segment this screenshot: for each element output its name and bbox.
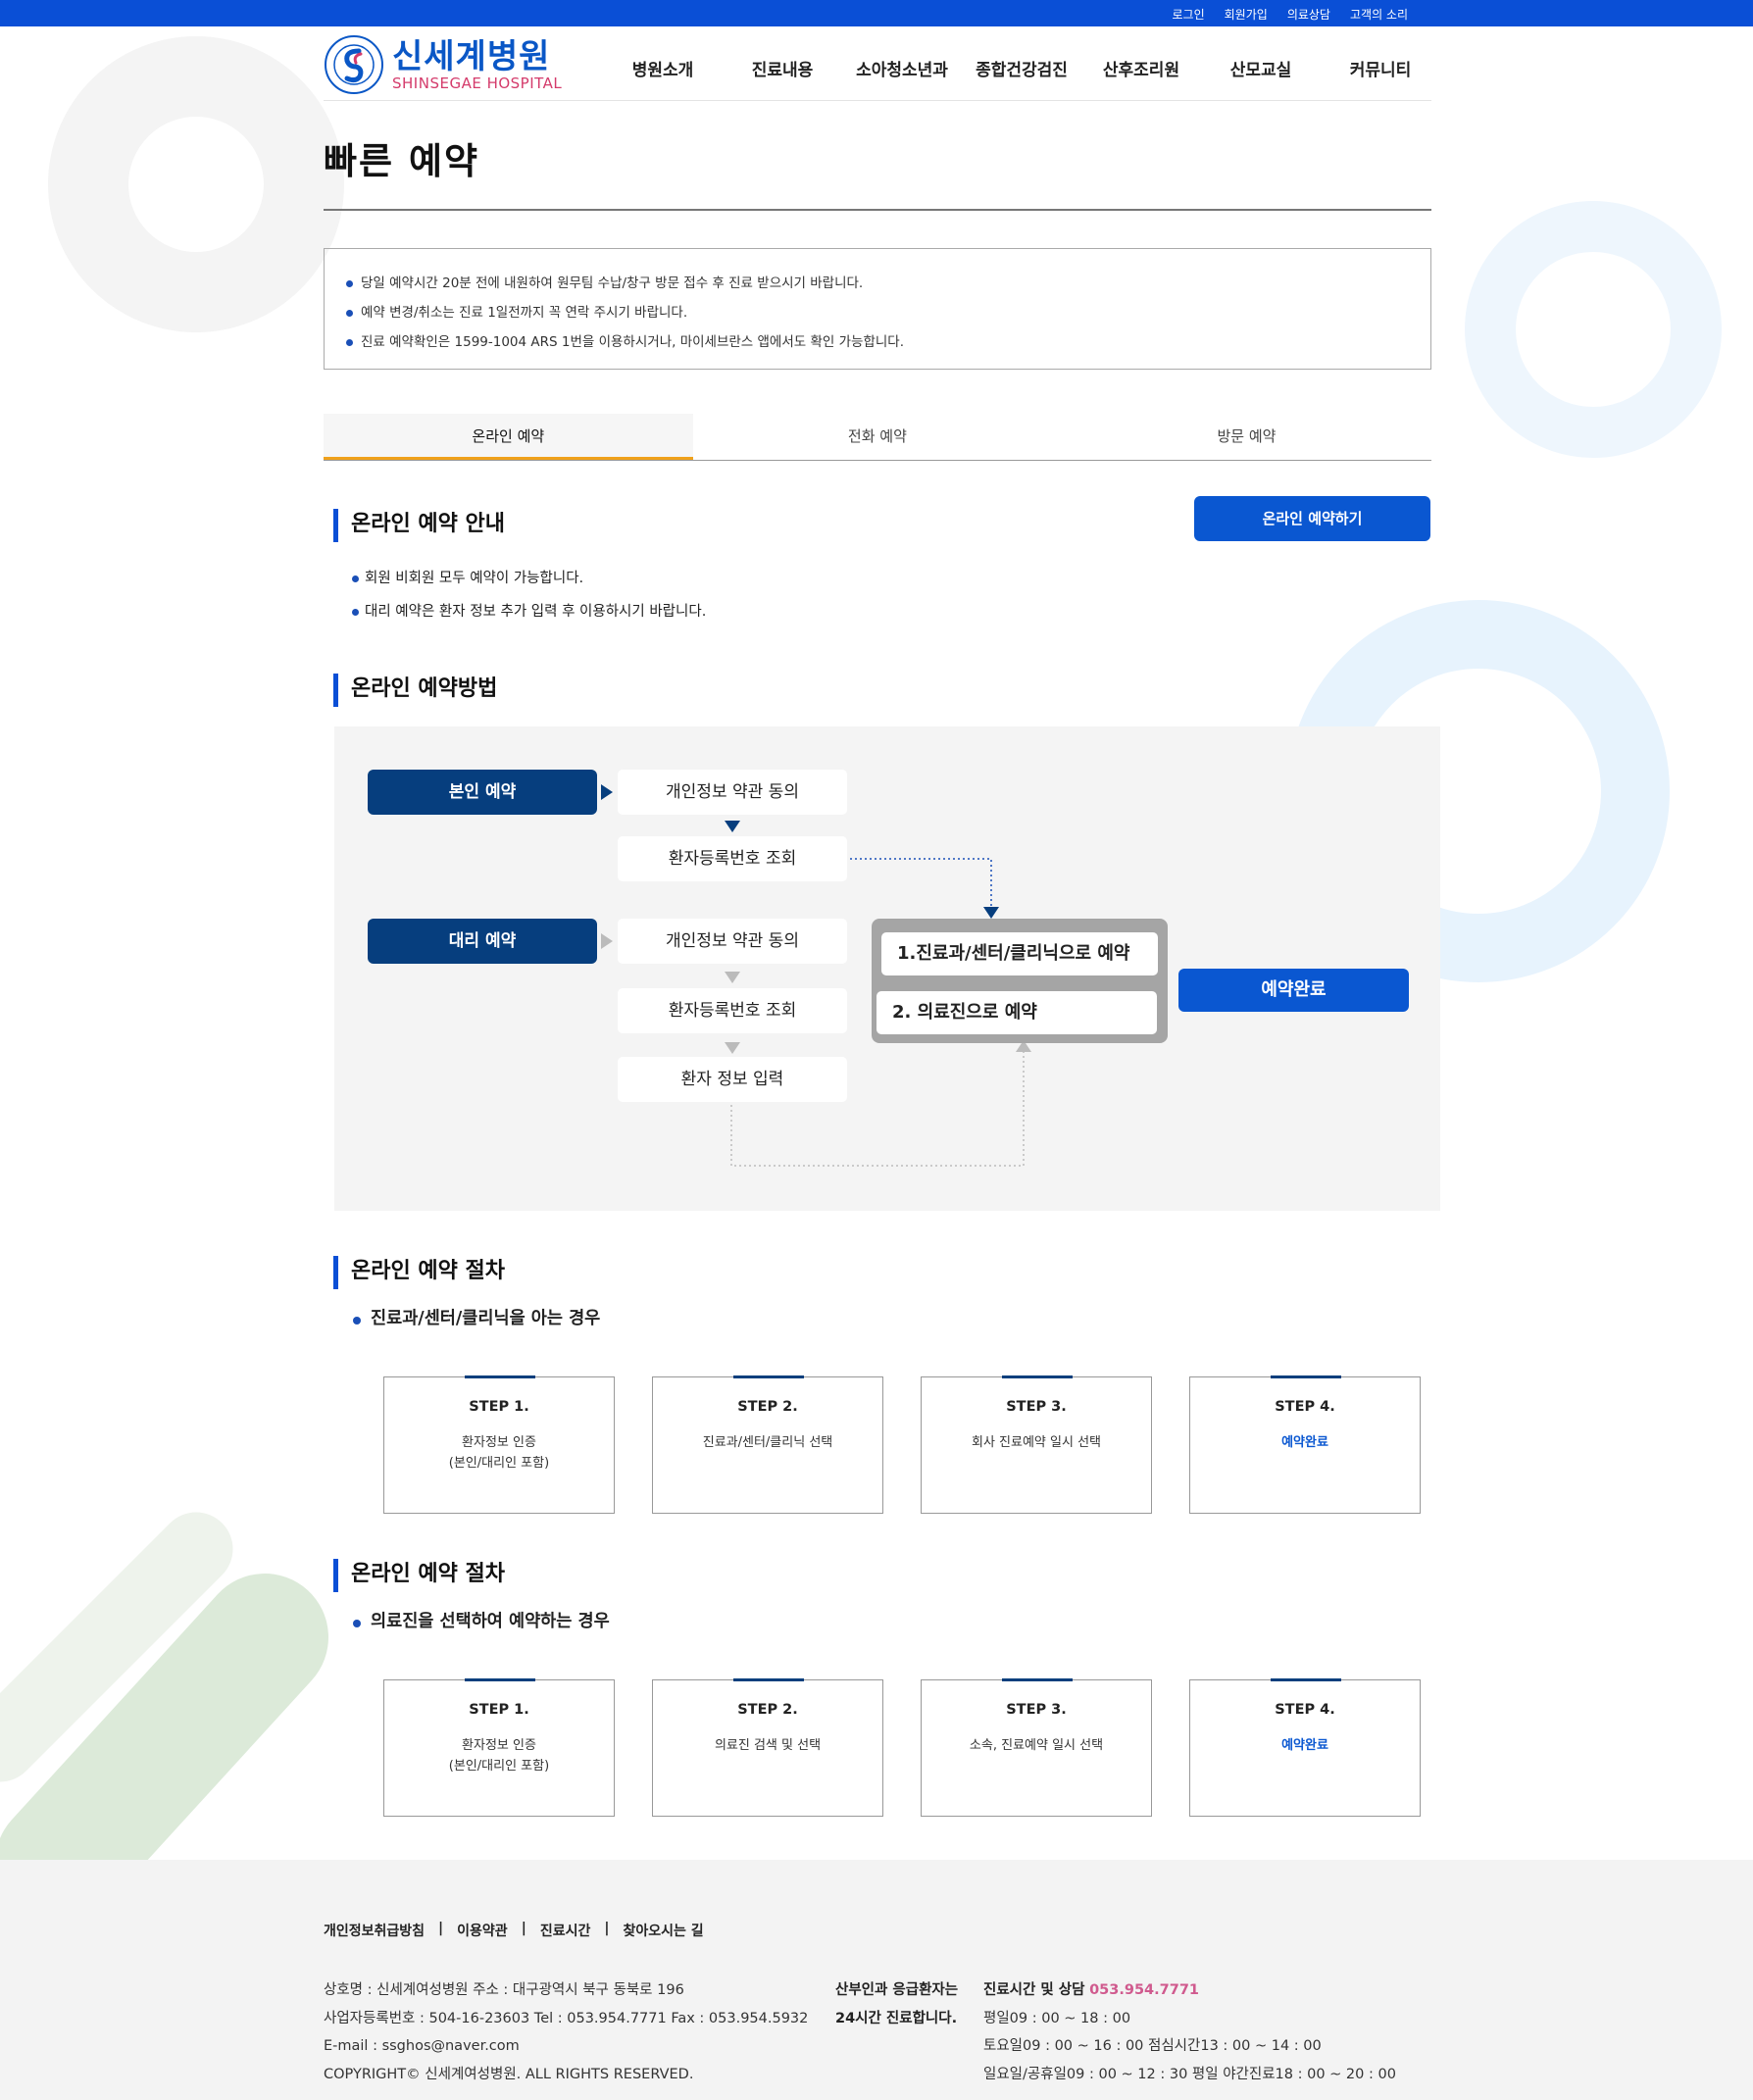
nav-item-postpartum[interactable]: 산후조리원: [1081, 56, 1201, 80]
logo-korean: 신세계병원: [392, 37, 551, 76]
step-desc: 소속, 진료예약 일시 선택: [969, 1738, 1104, 1753]
option-department: 1.진료과/센터/클리닉으로 예약: [881, 932, 1158, 975]
company-info: 상호명 : 신세계여성병원 주소 : 대구광역시 북구 동북로 196 사업자등…: [324, 1982, 809, 2082]
page-title: 빠른 예약: [324, 140, 480, 182]
directions-link[interactable]: 찾아오시는 길: [623, 1921, 703, 1940]
procedure-steps: STEP 1. 환자정보 인증 (본인/대리인 포함) STEP 2. 의료진 검…: [383, 1678, 1421, 1817]
notice-item: 진료 예약확인은 1599-1004 ARS 1번을 이용하시거나, 마이세브란…: [346, 327, 1409, 357]
nav-item-treatment[interactable]: 진료내용: [723, 56, 842, 80]
signup-link[interactable]: 회원가입: [1225, 6, 1268, 23]
section-title-procedure: 온라인 예약 절차: [333, 1559, 505, 1592]
section-title-procedure: 온라인 예약 절차: [333, 1256, 505, 1289]
step-desc: 진료과/센터/클리닉 선택: [702, 1435, 833, 1450]
header: 신세계병원 SHINSEGAE HOSPITAL 병원소개 진료내용 소아청소년…: [324, 26, 1431, 101]
main-nav: 병원소개 진료내용 소아청소년과 종합건강검진 산후조리원 산모교실 커뮤니티: [603, 56, 1440, 80]
flow-step: 환자 정보 입력: [618, 1057, 847, 1102]
logo-english: SHINSEGAE HOSPITAL: [392, 75, 563, 92]
flow-step: 개인정보 약관 동의: [618, 770, 847, 815]
step-card: STEP 3. 소속, 진료예약 일시 선택: [921, 1678, 1152, 1817]
step-card: STEP 3. 회사 진료예약 일시 선택: [921, 1375, 1152, 1514]
flow-step: 환자등록번호 조회: [618, 836, 847, 881]
phone-number[interactable]: 053.954.7771: [1089, 1982, 1199, 1998]
step-number: STEP 3.: [1006, 1399, 1067, 1415]
tab-online[interactable]: 온라인 예약: [324, 414, 693, 460]
reservation-tabs: 온라인 예약 전화 예약 방문 예약: [324, 414, 1431, 461]
notice-box: 당일 예약시간 20분 전에 내원하여 원무팀 수납/창구 방문 접수 후 진료…: [324, 248, 1431, 370]
procedure-subtitle: 의료진을 선택하여 예약하는 경우: [353, 1608, 610, 1635]
step-desc: 환자정보 인증 (본인/대리인 포함): [448, 1738, 550, 1774]
step-desc: 예약완료: [1281, 1738, 1328, 1753]
step-desc: 예약완료: [1281, 1435, 1328, 1450]
customer-voice-link[interactable]: 고객의 소리: [1350, 6, 1408, 23]
nav-item-community[interactable]: 커뮤니티: [1321, 56, 1440, 80]
reserve-complete-badge: 예약완료: [1178, 969, 1409, 1012]
step-card: STEP 1. 환자정보 인증 (본인/대리인 포함): [383, 1678, 615, 1817]
step-number: STEP 1.: [469, 1702, 529, 1718]
nav-item-checkup[interactable]: 종합건강검진: [962, 56, 1081, 80]
clinic-hours: 진료시간 및 상담 053.954.7771 평일09 : 00 ~ 18 : …: [983, 1982, 1396, 2082]
step-card: STEP 4. 예약완료: [1189, 1375, 1421, 1514]
terms-link[interactable]: 이용약관: [457, 1921, 508, 1940]
step-desc: 환자정보 인증 (본인/대리인 포함): [448, 1435, 550, 1471]
step-desc: 의료진 검색 및 선택: [714, 1738, 822, 1753]
title-divider: [324, 209, 1431, 211]
online-reserve-button[interactable]: 온라인 예약하기: [1194, 496, 1430, 541]
top-links: 로그인 회원가입 의료상담 고객의 소리: [1173, 6, 1408, 23]
privacy-policy-link[interactable]: 개인정보취급방침: [324, 1921, 425, 1940]
consult-link[interactable]: 의료상담: [1287, 6, 1330, 23]
proxy-reserve-label: 대리 예약: [368, 919, 597, 964]
flow-step: 개인정보 약관 동의: [618, 919, 847, 964]
step-number: STEP 2.: [737, 1399, 798, 1415]
step-number: STEP 2.: [737, 1702, 798, 1718]
hours-link[interactable]: 진료시간: [540, 1921, 591, 1940]
section-title-guide: 온라인 예약 안내: [333, 509, 505, 542]
guide-item: 회원 비회원 모두 예약이 가능합니다.: [352, 565, 583, 592]
step-card: STEP 2. 진료과/센터/클리닉 선택: [652, 1375, 883, 1514]
tab-phone[interactable]: 전화 예약: [693, 414, 1063, 460]
step-number: STEP 4.: [1275, 1702, 1335, 1718]
flow-step: 환자등록번호 조회: [618, 988, 847, 1033]
logo-emblem-icon: [325, 35, 383, 94]
nav-item-about[interactable]: 병원소개: [603, 56, 723, 80]
step-number: STEP 1.: [469, 1399, 529, 1415]
step-card: STEP 4. 예약완료: [1189, 1678, 1421, 1817]
step-card: STEP 1. 환자정보 인증 (본인/대리인 포함): [383, 1375, 615, 1514]
emergency-notice: 산부인과 응급환자는 24시간 진료합니다.: [835, 1982, 959, 2026]
footer-links: 개인정보취급방침 | 이용약관 | 진료시간 | 찾아오시는 길: [324, 1921, 704, 1940]
section-title-method: 온라인 예약방법: [333, 674, 497, 707]
hospital-logo[interactable]: 신세계병원 SHINSEGAE HOSPITAL: [324, 34, 562, 95]
login-link[interactable]: 로그인: [1173, 6, 1205, 23]
nav-item-maternity-class[interactable]: 산모교실: [1201, 56, 1321, 80]
top-bar: 로그인 회원가입 의료상담 고객의 소리: [0, 0, 1753, 26]
option-doctor: 2. 의료진으로 예약: [876, 991, 1157, 1034]
self-reserve-label: 본인 예약: [368, 770, 597, 815]
notice-item: 예약 변경/취소는 진료 1일전까지 꼭 연락 주시기 바랍니다.: [346, 298, 1409, 327]
step-number: STEP 4.: [1275, 1399, 1335, 1415]
procedure-subtitle: 진료과/센터/클리닉을 아는 경우: [353, 1305, 600, 1332]
nav-item-pediatrics[interactable]: 소아청소년과: [842, 56, 962, 80]
step-desc: 회사 진료예약 일시 선택: [972, 1435, 1101, 1450]
step-number: STEP 3.: [1006, 1702, 1067, 1718]
procedure-steps: STEP 1. 환자정보 인증 (본인/대리인 포함) STEP 2. 진료과/센…: [383, 1375, 1421, 1514]
tab-visit[interactable]: 방문 예약: [1062, 414, 1431, 460]
guide-item: 대리 예약은 환자 정보 추가 입력 후 이용하시기 바랍니다.: [352, 598, 706, 625]
step-card: STEP 2. 의료진 검색 및 선택: [652, 1678, 883, 1817]
notice-item: 당일 예약시간 20분 전에 내원하여 원무팀 수납/창구 방문 접수 후 진료…: [346, 269, 1409, 298]
